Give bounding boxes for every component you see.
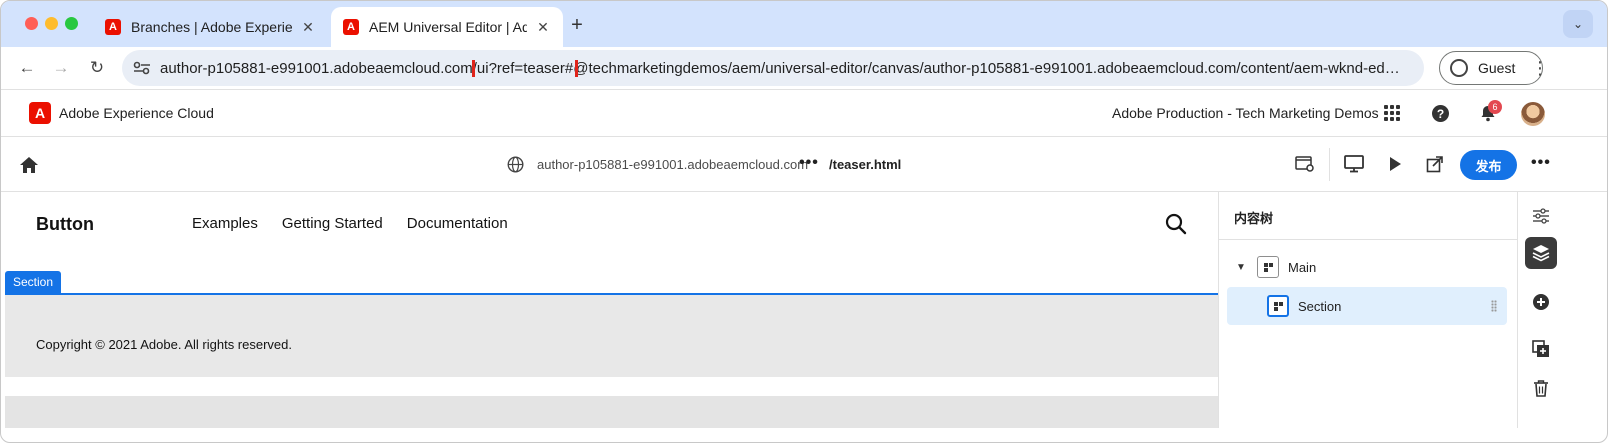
- editor-toolbar: author-p105881-e991001.adobeaemcloud.com…: [1, 137, 1607, 192]
- publish-button[interactable]: 发布: [1460, 150, 1517, 180]
- duplicate-icon[interactable]: [1525, 333, 1557, 365]
- window-edge: [1563, 192, 1607, 428]
- site-settings-icon[interactable]: [132, 58, 152, 78]
- org-switcher[interactable]: Adobe Production - Tech Marketing Demos: [1112, 105, 1379, 121]
- user-avatar[interactable]: [1521, 102, 1545, 126]
- site-header: Button Examples Getting Started Document…: [5, 192, 1218, 294]
- tree-item-main[interactable]: ▼ Main: [1227, 248, 1507, 286]
- address-bar[interactable]: author-p105881-e991001.adobeaemcloud.com…: [122, 50, 1424, 86]
- guest-profile-icon: [1450, 59, 1468, 77]
- app-switcher-icon[interactable]: [1384, 105, 1400, 121]
- help-icon[interactable]: ?: [1432, 105, 1449, 122]
- adobe-logo-icon[interactable]: A: [29, 102, 51, 124]
- tree-item-label: Section: [1298, 298, 1342, 314]
- emulator-settings-icon[interactable]: [1295, 154, 1315, 174]
- url-path-part: @techmarketingdemos/aem/universal-editor…: [573, 59, 1424, 77]
- url-highlighted-param: ui?ref=teaser#: [471, 59, 579, 77]
- panel-title: 内容树: [1234, 211, 1274, 226]
- panel-divider: [1219, 239, 1517, 240]
- canvas-background: [5, 396, 1218, 428]
- nav-link-documentation[interactable]: Documentation: [407, 215, 508, 232]
- minimize-window-button[interactable]: [45, 17, 58, 30]
- editor-canvas: Button Examples Getting Started Document…: [5, 192, 1218, 428]
- close-icon[interactable]: ✕: [300, 19, 316, 36]
- maximize-window-button[interactable]: [65, 17, 78, 30]
- reload-icon[interactable]: ↻: [85, 56, 109, 80]
- url-text[interactable]: author-p105881-e991001.adobeaemcloud.com…: [160, 59, 1424, 77]
- editor-side-rail: [1517, 192, 1563, 428]
- address-bar-row: ← → ↻ author-p105881-e991001.adobeaemclo…: [1, 47, 1607, 89]
- component-icon: [1267, 295, 1289, 317]
- more-options-icon[interactable]: •••: [1531, 154, 1551, 172]
- notifications-badge: 6: [1488, 100, 1502, 114]
- browser-menu-icon[interactable]: ⋮: [1531, 59, 1549, 77]
- experience-cloud-header: A Adobe Experience Cloud Adobe Productio…: [1, 89, 1607, 137]
- forward-arrow-icon[interactable]: →: [49, 56, 73, 80]
- tab-title: Branches | Adobe Experience: [131, 19, 292, 35]
- copyright-text: Copyright © 2021 Adobe. All rights reser…: [36, 337, 293, 352]
- open-in-new-icon[interactable]: [1425, 154, 1445, 174]
- site-brand[interactable]: Button: [36, 214, 94, 235]
- tab-title: AEM Universal Editor | Adobe: [369, 19, 527, 35]
- profile-button[interactable]: Guest: [1439, 51, 1543, 85]
- app-title[interactable]: Adobe Experience Cloud: [59, 105, 214, 121]
- preview-play-icon[interactable]: [1385, 154, 1405, 174]
- tab-universal-editor[interactable]: A AEM Universal Editor | Adobe ✕: [331, 7, 563, 47]
- canvas-spacer: [5, 377, 1218, 396]
- nav-link-getting-started[interactable]: Getting Started: [282, 215, 383, 232]
- adobe-favicon-icon: A: [343, 19, 359, 35]
- properties-icon[interactable]: [1525, 200, 1557, 232]
- section-label-tag[interactable]: Section: [5, 271, 62, 293]
- search-icon[interactable]: [1165, 213, 1187, 235]
- home-icon[interactable]: [19, 156, 39, 174]
- close-window-button[interactable]: [25, 17, 38, 30]
- tab-search-chevron-icon[interactable]: ⌄: [1563, 10, 1593, 38]
- content-tree-icon[interactable]: [1525, 237, 1557, 269]
- delete-icon[interactable]: [1525, 372, 1557, 404]
- nav-link-examples[interactable]: Examples: [192, 215, 258, 232]
- chevron-down-icon[interactable]: ▼: [1233, 262, 1249, 273]
- desktop-preview-icon[interactable]: [1344, 154, 1364, 174]
- tab-branches[interactable]: A Branches | Adobe Experience ✕: [93, 7, 328, 47]
- tree-item-label: Main: [1288, 259, 1317, 275]
- close-icon[interactable]: ✕: [535, 19, 551, 36]
- tab-strip: A Branches | Adobe Experience ✕ A AEM Un…: [1, 1, 1607, 47]
- page-path[interactable]: /teaser.html: [829, 157, 901, 172]
- url-host-part: author-p105881-e991001.adobeaemcloud.com…: [160, 59, 477, 77]
- toolbar-divider: [1329, 148, 1330, 181]
- site-footer[interactable]: Copyright © 2021 Adobe. All rights reser…: [5, 295, 1218, 377]
- new-tab-button[interactable]: +: [567, 14, 587, 37]
- component-icon: [1257, 256, 1279, 278]
- drag-handle-icon[interactable]: [1491, 300, 1497, 312]
- adobe-favicon-icon: A: [105, 19, 121, 35]
- path-ellipsis[interactable]: •••: [799, 154, 819, 172]
- content-tree-panel: 内容树 ▼ Main Section: [1218, 192, 1517, 428]
- page-host[interactable]: author-p105881-e991001.adobeaemcloud.com: [537, 157, 808, 172]
- add-icon[interactable]: [1525, 286, 1557, 318]
- back-arrow-icon[interactable]: ←: [15, 56, 39, 80]
- tree-item-section[interactable]: Section: [1227, 287, 1507, 325]
- site-nav: Examples Getting Started Documentation: [192, 215, 508, 232]
- profile-label: Guest: [1478, 60, 1516, 76]
- globe-icon: [507, 156, 524, 173]
- browser-window: A Branches | Adobe Experience ✕ A AEM Un…: [0, 0, 1608, 443]
